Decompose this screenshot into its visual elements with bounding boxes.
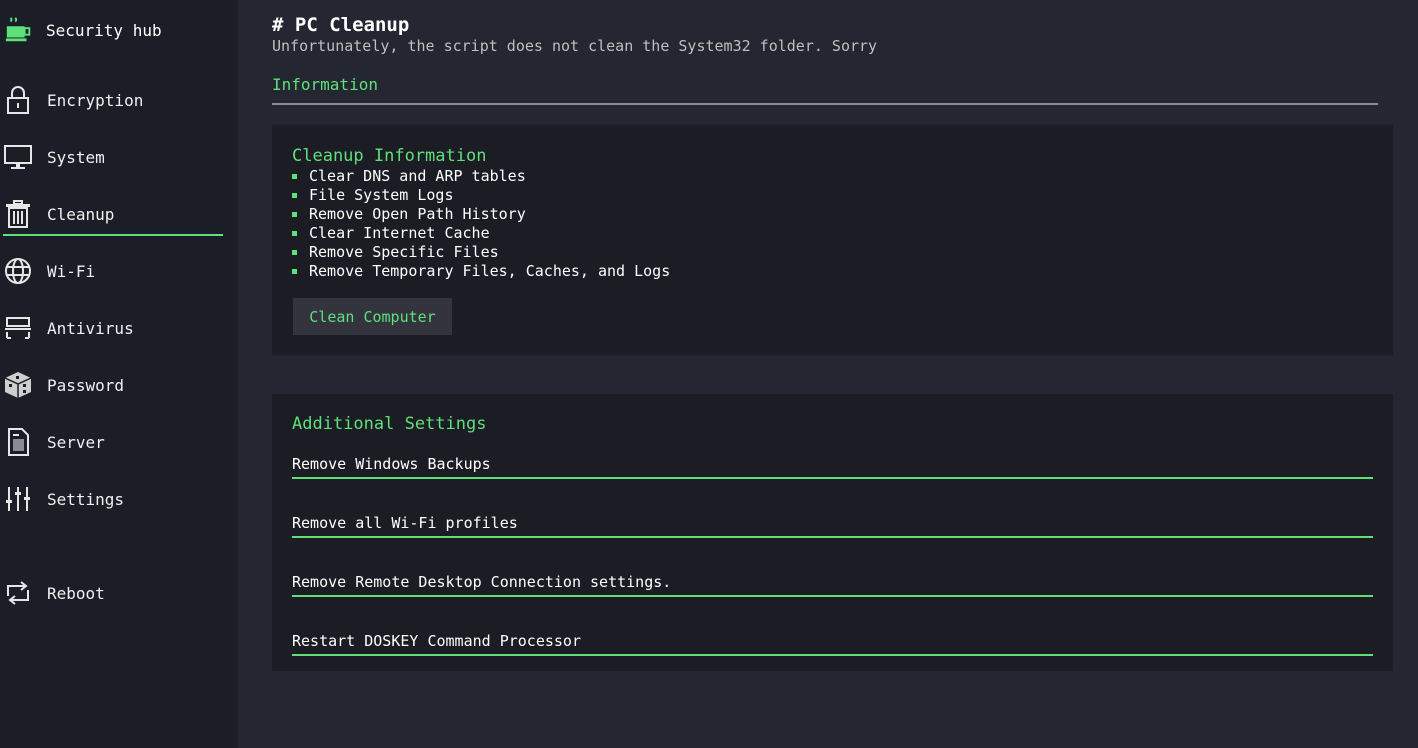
reboot-arrows-icon [3,578,33,608]
sidebar-item-system[interactable]: System [3,137,223,177]
page-title: # PC Cleanup [272,14,410,36]
setting-remove-rdp-settings[interactable]: Remove Remote Desktop Connection setting… [292,569,1373,597]
sidebar-item-label: Wi-Fi [47,261,96,281]
scanner-icon [3,313,33,343]
cleanup-info-card: Cleanup Information Clear DNS and ARP ta… [272,125,1393,355]
sidebar-item-label: Settings [47,489,125,509]
list-item: Remove Open Path History [292,205,670,224]
sidebar: Security hub Encryption System Cleanup W… [0,0,238,748]
sidebar-item-cleanup[interactable]: Cleanup [3,194,223,236]
list-item: Clear Internet Cache [292,224,670,243]
sidebar-item-label: Encryption [47,90,144,110]
monitor-icon [3,142,33,172]
sidebar-item-server[interactable]: Server [3,422,223,462]
dice-icon [3,370,33,400]
sidebar-item-reboot[interactable]: Reboot [3,573,223,613]
setting-restart-doskey[interactable]: Restart DOSKEY Command Processor [292,628,1373,656]
sidebar-item-label: Cleanup [47,204,115,224]
document-icon [3,427,33,457]
list-item: Remove Temporary Files, Caches, and Logs [292,262,670,281]
coffee-cup-icon [4,15,34,45]
cleanup-list: Clear DNS and ARP tables File System Log… [292,167,670,281]
sidebar-item-antivirus[interactable]: Antivirus [3,308,223,348]
list-item: Clear DNS and ARP tables [292,167,670,186]
setting-label: Remove all Wi-Fi profiles [292,514,518,532]
list-item: File System Logs [292,186,670,205]
page-subtitle: Unfortunately, the script does not clean… [272,37,878,55]
list-item: Remove Specific Files [292,243,670,262]
card-title: Cleanup Information [292,146,487,166]
sidebar-item-label: Server [47,432,105,452]
sidebar-item-label: Antivirus [47,318,134,338]
padlock-icon [3,85,33,115]
trash-can-icon [3,199,33,229]
brand[interactable]: Security hub [4,12,162,48]
clean-computer-button[interactable]: Clean Computer [293,298,452,335]
sidebar-item-password[interactable]: Password [3,365,223,405]
setting-remove-windows-backups[interactable]: Remove Windows Backups [292,451,1373,479]
card-title: Additional Settings [292,414,487,434]
sidebar-item-settings[interactable]: Settings [3,479,223,519]
sidebar-item-label: System [47,147,105,167]
sidebar-item-label: Reboot [47,583,105,603]
sidebar-item-label: Password [47,375,125,395]
sliders-icon [3,484,33,514]
section-divider [272,103,1378,105]
setting-label: Remove Remote Desktop Connection setting… [292,573,672,591]
additional-settings-card: Additional Settings Remove Windows Backu… [272,394,1393,671]
globe-icon [3,256,33,286]
tab-information[interactable]: Information [272,75,378,94]
sidebar-item-wifi[interactable]: Wi-Fi [3,251,223,291]
brand-title: Security hub [46,20,162,40]
setting-label: Remove Windows Backups [292,455,491,473]
setting-label: Restart DOSKEY Command Processor [292,632,581,650]
setting-remove-wifi-profiles[interactable]: Remove all Wi-Fi profiles [292,510,1373,538]
sidebar-item-encryption[interactable]: Encryption [3,80,223,120]
